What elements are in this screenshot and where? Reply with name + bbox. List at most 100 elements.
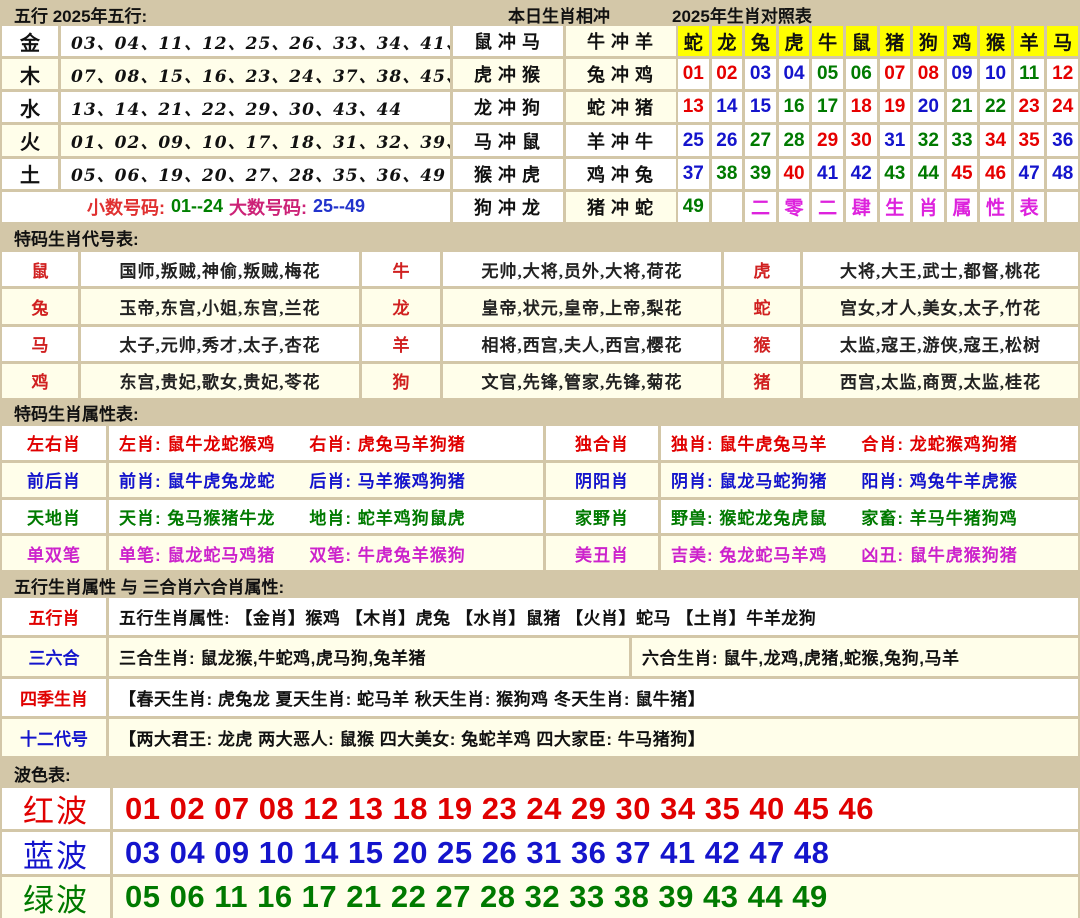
zodiac-number-cell: 26 — [712, 125, 743, 155]
attr-value: 吉美: 兔龙蛇马羊鸡 — [671, 541, 827, 566]
element-label: 火 — [2, 125, 58, 155]
attr-table: 左右肖 左肖: 鼠牛龙蛇猴鸡 右肖: 虎兔马羊狗猪 独合肖 独肖: 鼠牛虎兔马羊… — [2, 426, 1078, 570]
wuxing-table-title: 五行 2025年五行: — [14, 2, 147, 26]
triple-combination: 三合生肖: 鼠龙猴,牛蛇鸡,虎马狗,兔羊猪 — [109, 638, 629, 675]
zodiac-number-cell: 09 — [947, 59, 978, 89]
wuxing-attr-title: 五行生肖属性 与 三合肖六合肖属性: — [14, 573, 284, 597]
clash-table: 鼠冲马 牛冲羊 虎冲猴 兔冲鸡 龙冲狗 蛇冲猪 马冲鼠 羊冲牛 猴冲虎 鸡冲兔 … — [453, 26, 676, 222]
zodiac-number-table: 蛇龙兔虎牛鼠猪狗鸡猴羊马0102030405060708091011121314… — [678, 26, 1078, 222]
zodiac-number-cell: 零 — [779, 192, 810, 222]
green-wave-label: 绿波 — [2, 877, 110, 918]
zodiac-codenames: 宫女,才人,美女,太子,竹花 — [803, 289, 1078, 323]
zodiac-codenames: 西宫,太监,商贾,太监,桂花 — [803, 364, 1078, 398]
attr-values: 吉美: 兔龙蛇马羊鸡 凶丑: 鼠牛虎猴狗猪 — [661, 536, 1078, 570]
zodiac-header-cell: 马 — [1047, 26, 1078, 56]
zodiac-codenames: 皇帝,状元,皇帝,上帝,梨花 — [443, 289, 721, 323]
zodiac-number-cell: 24 — [1047, 92, 1078, 122]
attr-values: 野兽: 猴蛇龙兔虎鼠 家畜: 羊马牛猪狗鸡 — [661, 500, 1078, 534]
attr-value: 独肖: 鼠牛虎兔马羊 — [671, 430, 827, 455]
blue-wave-label: 蓝波 — [2, 832, 110, 873]
zodiac-label: 猴 — [724, 327, 800, 361]
zodiac-header-cell: 鼠 — [846, 26, 877, 56]
zodiac-number-cell: 性 — [980, 192, 1011, 222]
zodiac-header-cell: 虎 — [779, 26, 810, 56]
attr-value: 地肖: 蛇羊鸡狗鼠虎 — [309, 504, 465, 529]
zodiac-number-cell: 47 — [1014, 159, 1045, 189]
clash-cell: 猪冲蛇 — [566, 192, 676, 222]
zodiac-number-cell: 35 — [1014, 125, 1045, 155]
zodiac-number-cell: 22 — [980, 92, 1011, 122]
zodiac-number-cell: 45 — [947, 159, 978, 189]
element-numbers: 01、02、09、10、17、18、31、32、39、40、47、48 — [61, 125, 450, 155]
zodiac-number-cell: 03 — [745, 59, 776, 89]
wuxing-attr-content: 五行生肖属性: 【金肖】猴鸡 【木肖】虎兔 【水肖】鼠猪 【火肖】蛇马 【土肖】… — [109, 598, 1078, 635]
zodiac-label: 牛 — [362, 252, 440, 286]
zodiac-number-cell: 38 — [712, 159, 743, 189]
twelve-codes-content: 【两大君王: 龙虎 两大恶人: 鼠猴 四大美女: 兔蛇羊鸡 四大家臣: 牛马猪狗… — [109, 719, 1078, 756]
attr-value: 野兽: 猴蛇龙兔虎鼠 — [671, 504, 827, 529]
element-numbers: 07、08、15、16、23、24、37、38、45、46 — [61, 59, 450, 89]
attr-value: 凶丑: 鼠牛虎猴狗猪 — [861, 541, 1017, 566]
zodiac-number-cell: 08 — [913, 59, 944, 89]
attr-table-title: 特码生肖属性表: — [14, 400, 139, 424]
zodiac-number-cell: 07 — [880, 59, 911, 89]
element-numbers: 05、06、19、20、27、28、35、36、49 — [61, 159, 450, 189]
zodiac-table-title: 2025年生肖对照表 — [672, 2, 812, 26]
zodiac-label: 鼠 — [2, 252, 78, 286]
attr-values: 独肖: 鼠牛虎兔马羊 合肖: 龙蛇猴鸡狗猪 — [661, 426, 1078, 460]
zodiac-number-cell: 23 — [1014, 92, 1045, 122]
wuxing-attr-label: 四季生肖 — [2, 679, 106, 716]
element-label: 土 — [2, 159, 58, 189]
wuxing-attr-label: 三六合 — [2, 638, 106, 675]
zodiac-empty-cell — [712, 192, 743, 222]
zodiac-number-cell: 生 — [880, 192, 911, 222]
zodiac-number-cell: 06 — [846, 59, 877, 89]
zodiac-number-cell: 30 — [846, 125, 877, 155]
wuxing-attr-label: 五行肖 — [2, 598, 106, 635]
zodiac-number-cell: 15 — [745, 92, 776, 122]
attr-value: 双笔: 牛虎兔羊猴狗 — [309, 541, 465, 566]
zodiac-number-cell: 49 — [678, 192, 709, 222]
attr-values: 左肖: 鼠牛龙蛇猴鸡 右肖: 虎兔马羊狗猪 — [109, 426, 543, 460]
clash-cell: 狗冲龙 — [453, 192, 563, 222]
zodiac-label: 猪 — [724, 364, 800, 398]
zodiac-number-cell: 19 — [880, 92, 911, 122]
zodiac-number-cell: 肖 — [913, 192, 944, 222]
zodiac-number-cell: 16 — [779, 92, 810, 122]
zodiac-label: 鸡 — [2, 364, 78, 398]
zodiac-number-cell: 25 — [678, 125, 709, 155]
zodiac-header-cell: 猴 — [980, 26, 1011, 56]
zodiac-number-cell: 27 — [745, 125, 776, 155]
zodiac-codenames: 大将,大王,武士,都督,桃花 — [803, 252, 1078, 286]
combination-row: 三合生肖: 鼠龙猴,牛蛇鸡,虎马狗,兔羊猪 六合生肖: 鼠牛,龙鸡,虎猪,蛇猴,… — [109, 638, 1078, 675]
red-wave-numbers: 01 02 07 08 12 13 18 19 23 24 29 30 34 3… — [113, 788, 1078, 829]
zodiac-label: 龙 — [362, 289, 440, 323]
zodiac-header-cell: 蛇 — [678, 26, 709, 56]
attr-group-label: 天地肖 — [2, 500, 106, 534]
zodiac-codenames: 相将,西宫,夫人,西宫,樱花 — [443, 327, 721, 361]
attr-value: 阳肖: 鸡兔牛羊虎猴 — [861, 467, 1017, 492]
zodiac-number-cell: 44 — [913, 159, 944, 189]
zodiac-label: 蛇 — [724, 289, 800, 323]
clash-cell: 牛冲羊 — [566, 26, 676, 56]
clash-cell: 鼠冲马 — [453, 26, 563, 56]
zodiac-header-cell: 牛 — [812, 26, 843, 56]
zodiac-codenames: 太子,元帅,秀才,太子,杏花 — [81, 327, 359, 361]
zodiac-codenames: 国师,叛贼,神偷,叛贼,梅花 — [81, 252, 359, 286]
zodiac-number-cell: 11 — [1014, 59, 1045, 89]
attr-value: 单笔: 鼠龙蛇马鸡猪 — [119, 541, 275, 566]
attr-group-label: 左右肖 — [2, 426, 106, 460]
zodiac-number-cell: 12 — [1047, 59, 1078, 89]
zodiac-label: 狗 — [362, 364, 440, 398]
zodiac-header-cell: 兔 — [745, 26, 776, 56]
zodiac-header-cell: 狗 — [913, 26, 944, 56]
zodiac-number-cell: 10 — [980, 59, 1011, 89]
zodiac-number-cell: 04 — [779, 59, 810, 89]
clash-cell: 兔冲鸡 — [566, 59, 676, 89]
attr-value: 家畜: 羊马牛猪狗鸡 — [861, 504, 1017, 529]
page: { "titles": { "wuxing_header": "五行 2025年… — [0, 0, 1080, 918]
attr-values: 前肖: 鼠牛虎兔龙蛇 后肖: 马羊猴鸡狗猪 — [109, 463, 543, 497]
zodiac-number-cell: 二 — [745, 192, 776, 222]
zodiac-number-cell: 31 — [880, 125, 911, 155]
zodiac-number-cell: 05 — [812, 59, 843, 89]
